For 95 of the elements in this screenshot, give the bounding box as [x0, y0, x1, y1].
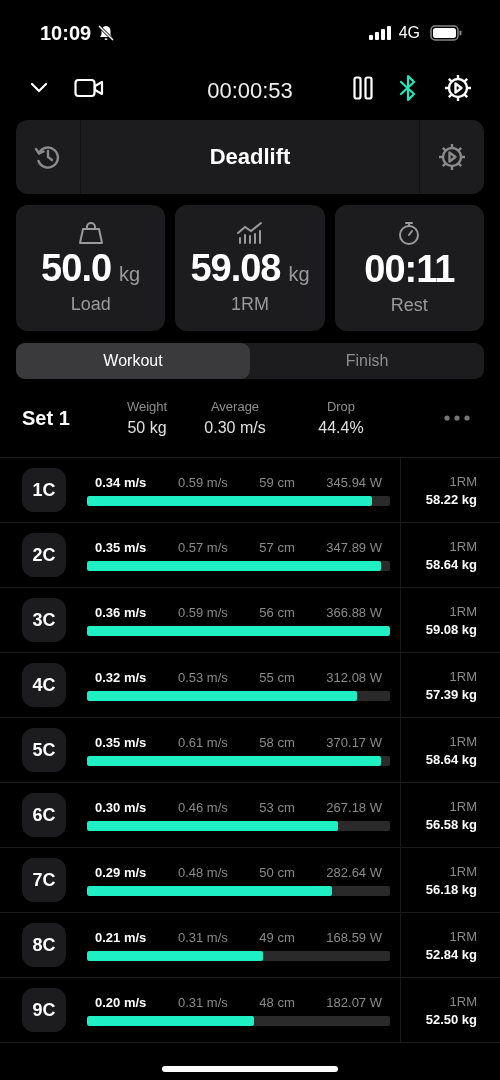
orm-label: 1RM	[449, 668, 477, 684]
stat-label: 1RM	[231, 294, 269, 315]
rep-peak-velocity: 0.57 m/s	[177, 539, 228, 555]
rep-distance: 48 cm	[259, 994, 295, 1010]
rep-power: 345.94 W	[326, 474, 382, 490]
rep-velocity: 0.35 m/s	[95, 734, 147, 750]
orm-label: 1RM	[449, 993, 477, 1009]
rep-badge: 8C	[22, 923, 66, 967]
rep-distance: 53 cm	[259, 799, 295, 815]
rep-peak-velocity: 0.31 m/s	[177, 929, 228, 945]
stat-value: 00:11	[364, 248, 455, 291]
rep-velocity: 0.30 m/s	[95, 799, 147, 815]
rep-distance: 50 cm	[259, 864, 295, 880]
rep-peak-velocity: 0.46 m/s	[177, 799, 228, 815]
rep-power: 182.07 W	[326, 994, 382, 1010]
rep-badge: 1C	[22, 468, 66, 512]
rep-velocity: 0.21 m/s	[95, 929, 147, 945]
orm-label: 1RM	[449, 928, 477, 944]
stopwatch-icon	[397, 220, 422, 246]
metric-label: Weight	[126, 399, 168, 414]
rep-power: 168.59 W	[326, 929, 382, 945]
rep-peak-velocity: 0.31 m/s	[177, 994, 228, 1010]
rep-distance: 58 cm	[259, 734, 295, 750]
rep-badge: 7C	[22, 858, 66, 902]
rep-velocity: 0.34 m/s	[95, 474, 147, 490]
pause-icon[interactable]	[353, 76, 373, 100]
orm-label: 1RM	[449, 538, 477, 554]
stat-unit: kg	[119, 263, 141, 286]
chevron-down-icon[interactable]	[30, 82, 48, 94]
orm-value: 57.39 kg	[425, 686, 477, 702]
rep-distance: 59 cm	[259, 474, 295, 490]
stat-value: 59.08	[190, 247, 281, 290]
rep-velocity: 0.32 m/s	[95, 669, 147, 685]
exercise-title: Deadlift	[208, 144, 292, 170]
rep-power: 282.64 W	[326, 864, 382, 880]
tab[interactable]: Finish	[250, 343, 484, 379]
rep-badge: 4C	[22, 663, 66, 707]
orm-value: 58.64 kg	[425, 751, 477, 767]
bluetooth-icon[interactable]	[399, 74, 417, 102]
bell-slash-icon	[97, 24, 116, 42]
rep-power: 347.89 W	[326, 539, 382, 555]
stat-unit: kg	[288, 263, 310, 286]
rep-badge: 9C	[22, 988, 66, 1032]
rep-power: 366.88 W	[326, 604, 382, 620]
rep-badge: 2C	[22, 533, 66, 577]
orm-label: 1RM	[449, 473, 477, 489]
metric-value: 0.30 m/s	[204, 419, 266, 437]
rep-velocity: 0.29 m/s	[95, 864, 147, 880]
orm-value: 59.08 kg	[425, 621, 477, 637]
rep-distance: 56 cm	[259, 604, 295, 620]
chart-trend-icon	[236, 221, 264, 245]
rep-distance: 57 cm	[259, 539, 295, 555]
rep-velocity: 0.36 m/s	[95, 604, 147, 620]
rep-power: 312.08 W	[326, 669, 382, 685]
orm-label: 1RM	[449, 798, 477, 814]
rep-velocity: 0.35 m/s	[95, 539, 147, 555]
orm-value: 58.64 kg	[425, 556, 477, 572]
more-icon[interactable]	[444, 415, 470, 421]
rep-power: 267.18 W	[326, 799, 382, 815]
rep-distance: 55 cm	[259, 669, 295, 685]
stat-value: 50.0	[41, 247, 112, 290]
orm-value: 58.22 kg	[425, 491, 477, 507]
orm-value: 52.50 kg	[425, 1011, 477, 1027]
orm-value: 56.58 kg	[425, 816, 477, 832]
metric-label: Average	[210, 399, 260, 414]
metric-label: Drop	[326, 399, 356, 414]
rep-velocity: 0.20 m/s	[95, 994, 147, 1010]
set-title: Set 1	[22, 406, 71, 430]
orm-label: 1RM	[449, 863, 477, 879]
rep-peak-velocity: 0.59 m/s	[177, 604, 228, 620]
signal-icon	[368, 26, 393, 40]
tab[interactable]: Workout	[16, 343, 250, 379]
orm-label: 1RM	[449, 733, 477, 749]
network-label: 4G	[398, 24, 420, 42]
status-time: 10:09	[40, 21, 92, 45]
weight-icon	[77, 221, 104, 245]
metric-value: 44.4%	[318, 419, 364, 437]
video-camera-icon[interactable]	[74, 78, 104, 98]
stat-label: Rest	[390, 295, 428, 316]
orm-value: 52.84 kg	[425, 946, 477, 962]
battery-icon	[430, 25, 462, 41]
orm-label: 1RM	[449, 603, 477, 619]
rep-power: 370.17 W	[326, 734, 382, 750]
rep-badge: 5C	[22, 728, 66, 772]
rep-badge: 3C	[22, 598, 66, 642]
stat-label: Load	[70, 294, 111, 315]
orm-value: 56.18 kg	[425, 881, 477, 897]
rep-distance: 49 cm	[259, 929, 295, 945]
rep-peak-velocity: 0.61 m/s	[177, 734, 228, 750]
rep-badge: 6C	[22, 793, 66, 837]
metric-value: 50 kg	[127, 419, 167, 437]
rep-peak-velocity: 0.48 m/s	[177, 864, 228, 880]
rep-peak-velocity: 0.59 m/s	[177, 474, 228, 490]
rep-peak-velocity: 0.53 m/s	[177, 669, 228, 685]
elapsed-timer: 00:00:53	[207, 78, 293, 104]
